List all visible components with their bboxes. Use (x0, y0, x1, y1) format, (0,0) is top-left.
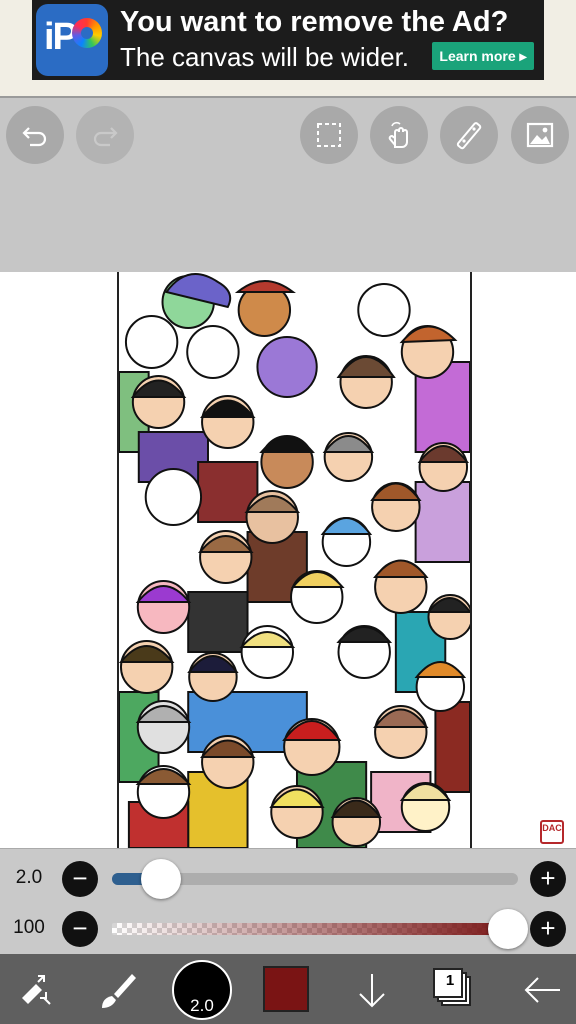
brush-size-indicator[interactable]: 2.0 (172, 960, 232, 1020)
brush-sliders: 2.0 − + 100 − + (0, 848, 576, 954)
redo-icon (93, 127, 118, 147)
undo-icon (22, 127, 47, 147)
transform-icon (22, 975, 51, 1005)
selection-button[interactable] (300, 106, 358, 164)
brush-icon (102, 974, 136, 1008)
bottom-toolbar: 2.0 1 (0, 954, 576, 1024)
opacity-decrease-button[interactable]: − (62, 911, 98, 947)
opacity-knob[interactable] (488, 909, 528, 949)
undo-button[interactable] (6, 106, 64, 164)
image-button[interactable] (511, 106, 569, 164)
canvas-workspace[interactable]: DAC (0, 272, 576, 848)
color-swatch[interactable] (263, 966, 309, 1012)
ad-banner[interactable]: iP You want to remove the Ad? The canvas… (32, 0, 544, 80)
opacity-slider[interactable] (112, 923, 518, 935)
brush-size-value: 2.0 (15, 867, 43, 888)
back-button[interactable] (514, 960, 570, 1020)
brush-size-knob[interactable] (140, 859, 181, 899)
brush-size-decrease-button[interactable]: − (62, 861, 98, 897)
selection-icon (317, 123, 341, 147)
layers-button[interactable]: 1 (433, 968, 475, 1008)
layer-count: 1 (445, 972, 455, 989)
touch-hand-icon (388, 121, 408, 148)
brush-button[interactable] (90, 960, 146, 1020)
touch-button[interactable] (370, 106, 428, 164)
ibispaint-logo: iP (36, 4, 108, 76)
color-wheel-icon (72, 18, 102, 48)
image-icon (526, 122, 554, 148)
download-button[interactable] (344, 960, 400, 1020)
brush-size-indicator-label: 2.0 (190, 996, 214, 1015)
ad-strip: iP You want to remove the Ad? The canvas… (0, 0, 576, 96)
transform-button[interactable] (8, 960, 64, 1020)
ad-subtitle: The canvas will be wider. (120, 42, 410, 72)
logo-text: iP (44, 16, 78, 58)
fan-art-illustration (119, 273, 470, 848)
layers-icon: 1 (433, 968, 463, 998)
brush-size-row: 2.0 − + (0, 855, 576, 903)
learn-more-button[interactable]: Learn more ▸ (432, 42, 534, 70)
drawing-canvas[interactable] (117, 272, 472, 848)
download-arrow-icon (359, 974, 385, 1008)
opacity-row: 100 − + (0, 905, 576, 953)
ad-title: You want to remove the Ad? (120, 6, 509, 38)
back-arrow-icon (524, 977, 560, 1003)
artist-signature-stamp: DAC (540, 820, 564, 844)
opacity-increase-button[interactable]: + (530, 911, 566, 947)
ruler-icon (456, 122, 482, 150)
opacity-value: 100 (13, 917, 45, 938)
brush-size-increase-button[interactable]: + (530, 861, 566, 897)
ruler-button[interactable] (440, 106, 498, 164)
top-toolbar (0, 96, 576, 272)
redo-button[interactable] (76, 106, 134, 164)
